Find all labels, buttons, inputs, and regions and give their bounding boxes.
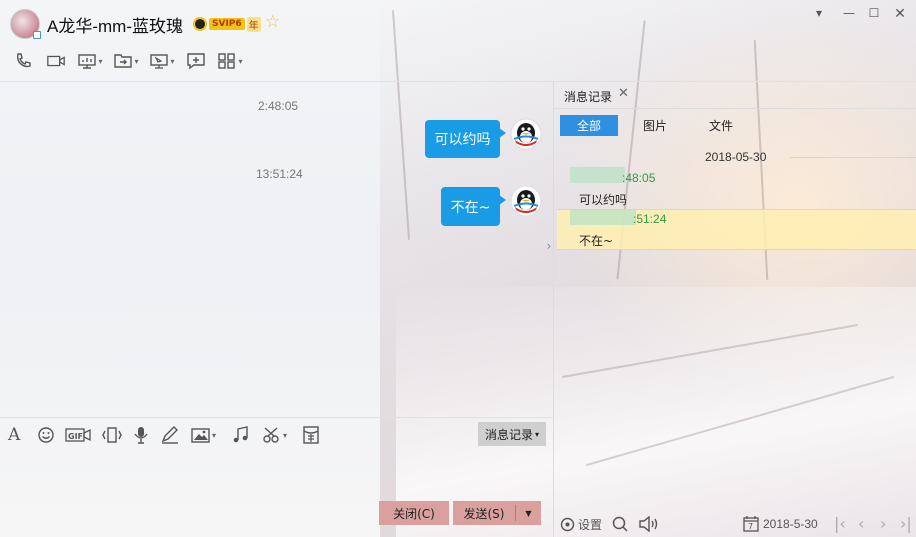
message-bubble[interactable]: 可以约吗 (425, 120, 506, 158)
voice-call-button[interactable] (8, 50, 40, 72)
chevron-down-icon[interactable]: ▾ (809, 6, 829, 20)
emoji-icon[interactable] (37, 426, 55, 444)
background-rail (562, 323, 858, 379)
screen-share-button[interactable]: ▾ (72, 50, 108, 72)
settings-button[interactable]: 设置 (560, 516, 602, 533)
chevron-down-icon: ▾ (134, 56, 139, 66)
contact-name[interactable]: A龙华-mm-蓝玫瑰 (47, 12, 183, 37)
folder-send-icon (114, 54, 133, 68)
speaker-icon[interactable] (638, 516, 660, 532)
chevron-down-icon: ▾ (212, 430, 217, 440)
date-divider (790, 157, 916, 158)
chevron-down-icon: ▾ (283, 430, 288, 440)
scissors-icon[interactable]: ▾ (262, 426, 287, 444)
device-status-icon (33, 31, 41, 39)
image-icon[interactable]: ▾ (191, 426, 216, 444)
settings-label: 设置 (578, 518, 603, 532)
tab-message-history[interactable]: 消息记录 (564, 88, 612, 105)
message-timestamp: 2:48:05 (258, 99, 299, 113)
history-message[interactable]: 不在~ (579, 232, 613, 249)
apps-grid-icon (218, 53, 236, 69)
blurred-sender-name (570, 167, 625, 183)
red-packet-icon[interactable] (303, 426, 319, 444)
minimize-icon[interactable]: — (839, 6, 859, 20)
input-toolbar: A GIF ▾ ▾ (0, 417, 553, 451)
chevron-down-icon: ▾ (238, 56, 243, 66)
history-time: :48:05 (622, 171, 656, 185)
background-rail (585, 375, 895, 467)
phone-icon (16, 53, 31, 68)
history-message[interactable]: 可以约吗 (579, 191, 627, 208)
filter-files[interactable]: 文件 (694, 115, 748, 136)
qq-penguin-avatar[interactable] (510, 118, 542, 150)
star-icon[interactable]: ☆ (265, 14, 280, 31)
next-page-icon[interactable]: › (880, 516, 886, 532)
close-button[interactable]: 关闭(C) (379, 501, 449, 525)
remote-desktop-button[interactable]: ▾ (144, 50, 180, 72)
apps-button[interactable]: ▾ (212, 50, 248, 72)
music-icon[interactable] (232, 426, 250, 444)
chat-toolbar: ▾ ▾ ▾ ▾ (8, 50, 248, 72)
previous-page-icon[interactable]: ‹ (858, 516, 864, 532)
vip-year-tag: 年 (246, 16, 261, 32)
handwrite-icon[interactable] (160, 426, 180, 444)
history-time: :51:24 (633, 212, 667, 226)
history-footer: 设置 7 2018-5-30 |‹ ‹ › ›| (554, 510, 916, 537)
monitor-icon (150, 54, 169, 69)
chat-add-icon (187, 53, 205, 70)
send-options-chevron-icon[interactable]: ▼ (516, 509, 541, 518)
filter-all[interactable]: 全部 (560, 115, 618, 136)
create-discussion-button[interactable] (180, 50, 212, 72)
voice-icon[interactable] (133, 426, 149, 444)
chevron-down-icon: ▾ (98, 56, 103, 66)
chevron-down-icon: ▾ (170, 56, 175, 66)
svg-text:GIF: GIF (68, 432, 83, 441)
vip-badge[interactable]: SVIP6 年 (193, 16, 261, 32)
message-history-button[interactable]: 消息记录 ▾ (478, 422, 546, 446)
date-picker[interactable]: 7 2018-5-30 (743, 516, 818, 532)
title-bar: A龙华-mm-蓝玫瑰 SVIP6 年 ☆ ▾ — ☐ ✕ (0, 0, 916, 44)
last-page-icon[interactable]: ›| (900, 516, 912, 532)
close-icon[interactable]: ✕ (890, 6, 910, 22)
maximize-icon[interactable]: ☐ (864, 6, 884, 20)
video-icon (47, 55, 65, 67)
message-bubble[interactable]: 不在~ (441, 187, 506, 226)
font-icon[interactable]: A (8, 425, 20, 445)
message-input[interactable] (0, 451, 553, 497)
calendar-icon: 7 (743, 516, 759, 532)
screen-icon (78, 54, 97, 69)
chevron-down-icon: ▾ (535, 429, 540, 439)
history-panel-tabbar: 消息记录 ✕ (554, 82, 916, 109)
vip-level: SVIP6 (209, 18, 245, 30)
video-call-button[interactable] (40, 50, 72, 72)
send-file-button[interactable]: ▾ (108, 50, 144, 72)
message-history-label: 消息记录 (484, 427, 533, 442)
collapse-panel-icon[interactable]: › (543, 239, 555, 257)
gear-icon (560, 517, 575, 532)
gif-icon[interactable]: GIF (65, 426, 91, 444)
search-icon[interactable] (612, 516, 628, 532)
send-button[interactable]: 发送(S) ▼ (453, 501, 541, 525)
first-page-icon[interactable]: |‹ (834, 516, 846, 532)
message-list[interactable]: 2:48:05 可以约吗 13:51:24 不在~ (0, 82, 553, 417)
date-picker-value: 2018-5-30 (763, 517, 818, 531)
panel-splitter[interactable] (553, 82, 554, 537)
shake-icon[interactable] (101, 426, 123, 444)
history-date: 2018-05-30 (705, 150, 767, 164)
close-icon[interactable]: ✕ (618, 86, 629, 101)
message-timestamp: 13:51:24 (256, 167, 303, 181)
svg-text:7: 7 (748, 522, 753, 531)
blurred-sender-name (570, 209, 636, 225)
filter-images[interactable]: 图片 (628, 115, 682, 136)
send-label: 发送(S) (463, 506, 505, 521)
qq-penguin-avatar[interactable] (510, 185, 542, 217)
vip-penguin-icon (193, 17, 207, 31)
